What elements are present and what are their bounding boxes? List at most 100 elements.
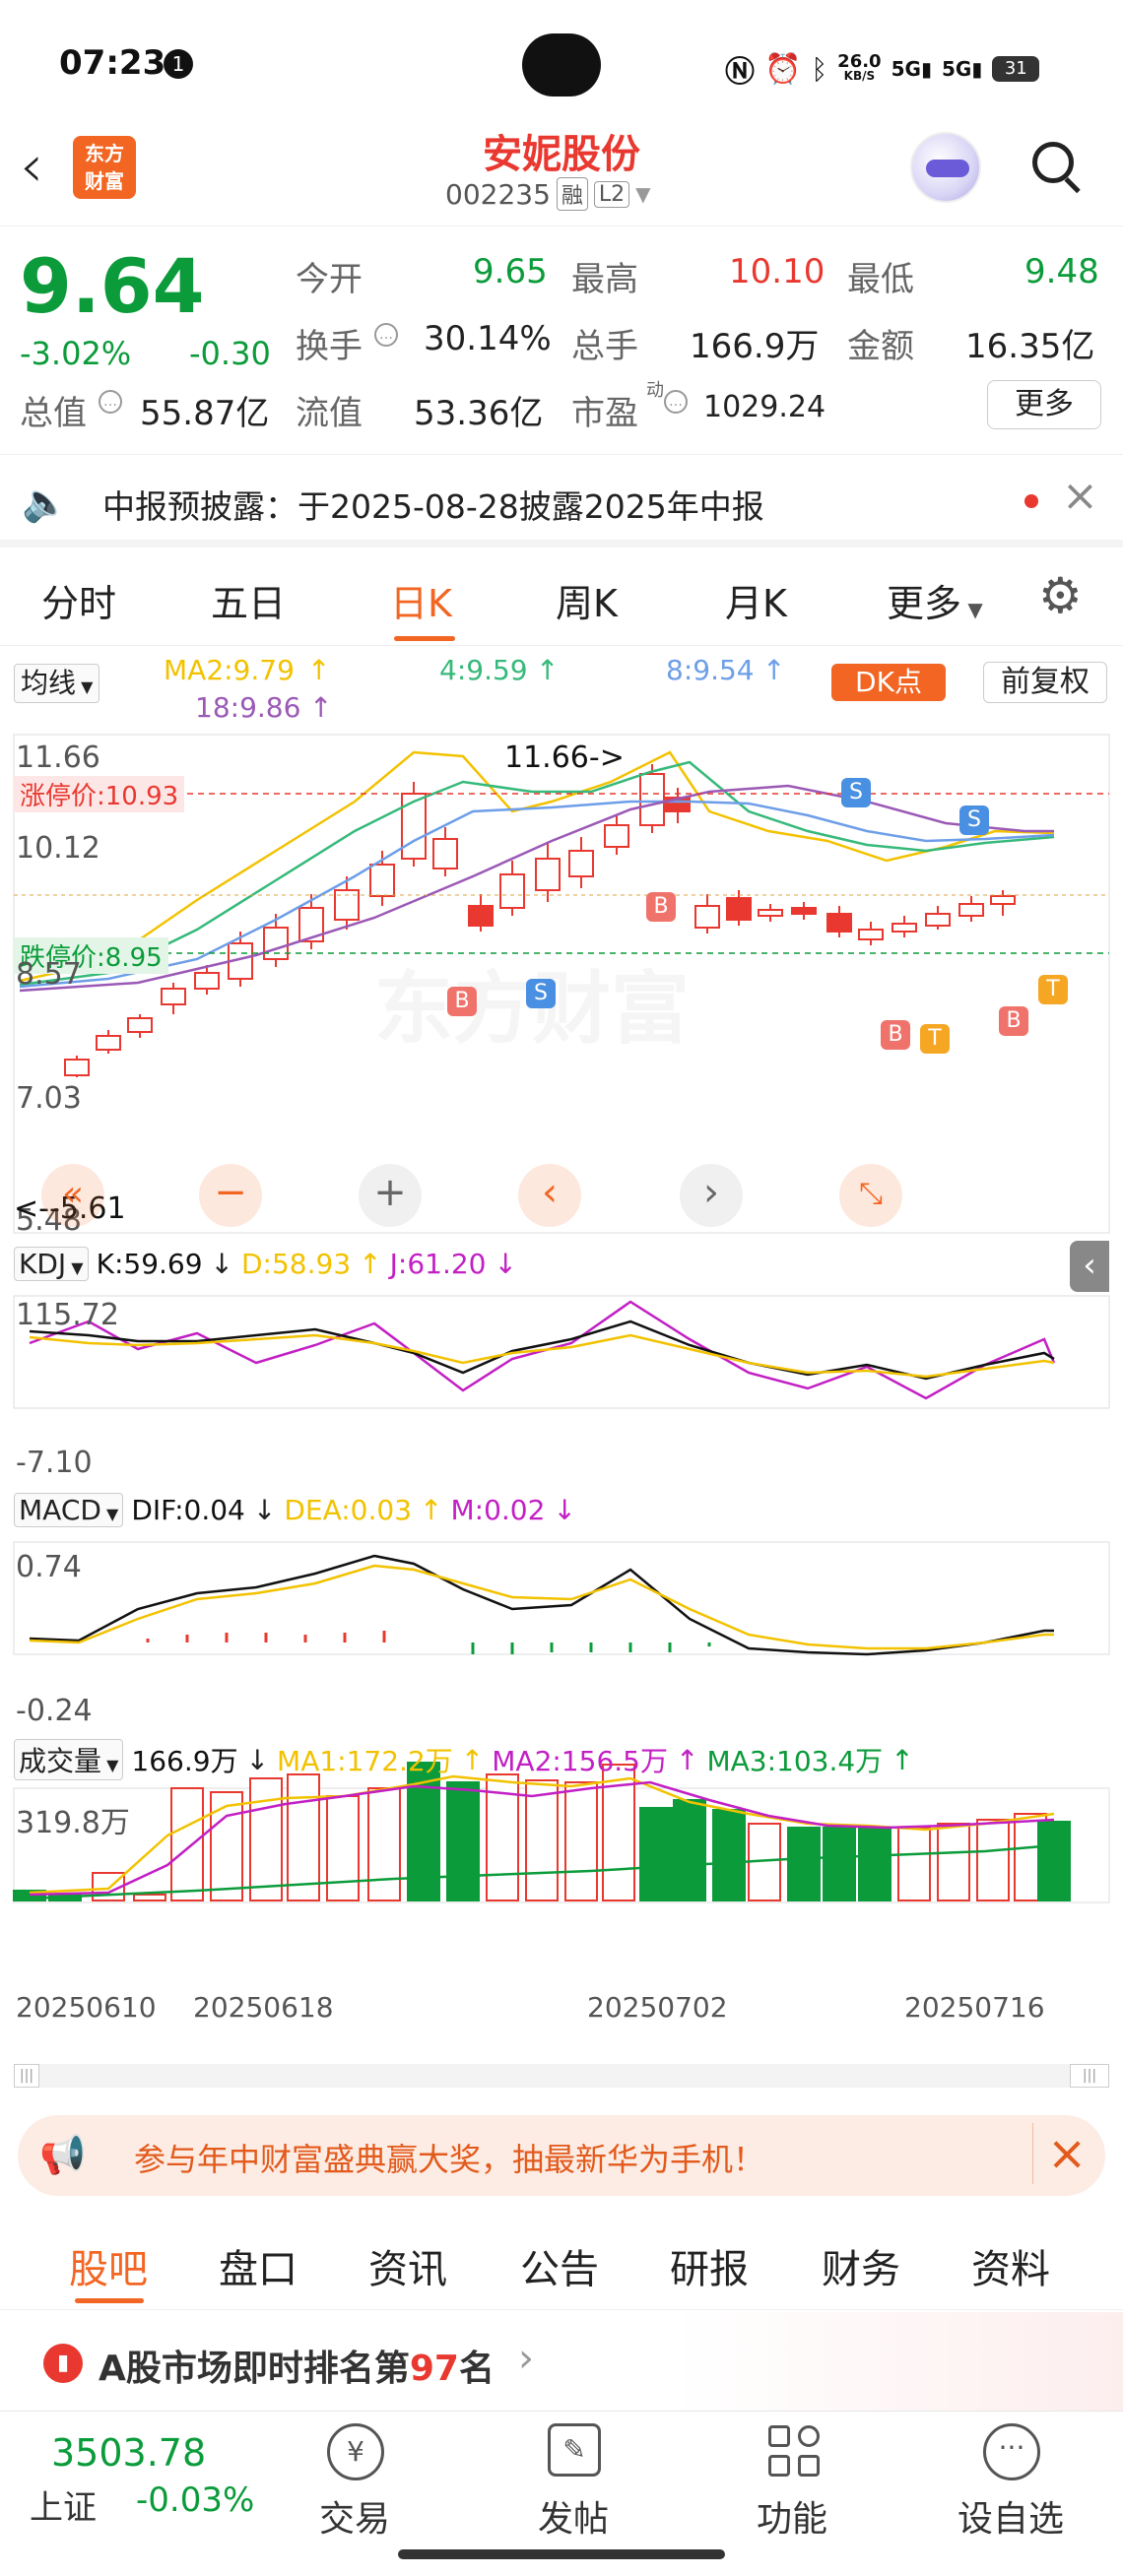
- indicator-select[interactable]: 均线 ▼: [14, 664, 100, 703]
- post-label[interactable]: 发帖: [538, 2490, 609, 2542]
- zoom-in-icon[interactable]: +: [359, 1164, 422, 1227]
- tab-weekly-k[interactable]: 周K: [556, 573, 618, 627]
- candle-body: [568, 850, 594, 877]
- robot-avatar-icon[interactable]: [910, 132, 981, 203]
- tab-monthly-k[interactable]: 月K: [725, 573, 787, 627]
- date-label-2: 20250702: [587, 1991, 728, 2024]
- candle-body: [892, 923, 917, 933]
- adjust-button[interactable]: 前复权: [983, 662, 1107, 703]
- battery-icon: 31: [992, 56, 1040, 82]
- trade-label[interactable]: 交易: [319, 2490, 390, 2542]
- kdj-frame: [13, 1295, 1110, 1409]
- more-dots-icon[interactable]: ···: [983, 2423, 1040, 2480]
- settings-gear-icon[interactable]: ⚙: [1038, 567, 1083, 624]
- index-name: 上证: [30, 2488, 97, 2528]
- tab-more[interactable]: 更多 ▼: [887, 573, 983, 627]
- post-icon[interactable]: ✎: [548, 2423, 601, 2477]
- volume-bar: [326, 1795, 360, 1901]
- caret-icon: ▼: [100, 1505, 119, 1523]
- tab-research[interactable]: 研报: [670, 2237, 749, 2294]
- function-grid-icon[interactable]: [768, 2425, 822, 2479]
- volume-bar: [937, 1823, 970, 1901]
- change-value: -0.30: [189, 335, 271, 372]
- trade-icon[interactable]: ¥: [327, 2423, 384, 2480]
- index-value[interactable]: 3503.78: [51, 2431, 206, 2475]
- mcap-label: 总值: [20, 394, 87, 433]
- candle-body: [535, 858, 561, 891]
- volume-name: 成交量: [19, 1745, 102, 1777]
- volume-value: 166.9万: [131, 1745, 238, 1777]
- tab-profile[interactable]: 资料: [971, 2237, 1050, 2294]
- indicator-label: 均线: [21, 667, 77, 699]
- info-icon[interactable]: …: [374, 323, 398, 347]
- stock-code-row[interactable]: 002235 融 L2 ▼: [445, 177, 651, 211]
- candle-body: [958, 903, 984, 917]
- zoom-out-icon[interactable]: −: [199, 1164, 262, 1227]
- high-value: 10.10: [729, 252, 826, 291]
- ma18-legend: 18:9.86: [195, 691, 301, 724]
- alarm-icon: ⏰: [764, 51, 802, 87]
- volume-bar: [897, 1827, 931, 1901]
- kdj-lines: [29, 1300, 1056, 1400]
- kdj-legend: KDJ ▼ K:59.69 ↓ D:58.93 ↑ J:61.20 ↓: [14, 1247, 517, 1281]
- more-button[interactable]: 更多: [987, 380, 1101, 429]
- sell-signal-marker[interactable]: S: [959, 805, 989, 835]
- scroll-right-icon[interactable]: ›: [680, 1164, 743, 1227]
- tab-daily-k[interactable]: 日K: [390, 573, 452, 627]
- ad-close-icon[interactable]: ×: [1032, 2123, 1087, 2184]
- scroll-left-fast-icon[interactable]: «: [41, 1164, 104, 1227]
- function-label[interactable]: 功能: [757, 2490, 827, 2542]
- buy-signal-marker[interactable]: B: [999, 1006, 1028, 1036]
- range-handle-left[interactable]: |||: [14, 2064, 39, 2088]
- side-panel-toggle-icon[interactable]: ‹: [1070, 1241, 1109, 1292]
- ma4-legend: 4:9.59: [439, 654, 528, 686]
- tab-pankou[interactable]: 盘口: [219, 2237, 297, 2294]
- buy-signal-marker[interactable]: B: [646, 892, 676, 922]
- t-signal-marker[interactable]: T: [1038, 975, 1068, 1004]
- up-arrow-icon: ↑: [891, 1743, 914, 1776]
- watchlist-label[interactable]: 设自选: [958, 2490, 1064, 2542]
- tab-guba[interactable]: 股吧: [69, 2237, 148, 2294]
- kdj-d: D:58.93: [241, 1248, 352, 1280]
- dynamic-island-icon: [522, 33, 601, 97]
- volume-label: 总手: [571, 327, 638, 366]
- tab-active-underline: [75, 2298, 144, 2303]
- kdj-select[interactable]: KDJ ▼: [14, 1247, 89, 1281]
- turnover-label: 换手: [296, 327, 363, 366]
- tab-five-day[interactable]: 五日: [211, 573, 286, 627]
- dropdown-icon: ▼: [635, 182, 651, 206]
- high-label: 最高: [571, 260, 638, 299]
- signal-5g-2-icon: 5G▮: [941, 57, 983, 81]
- tab-intraday[interactable]: 分时: [41, 573, 116, 627]
- t-signal-marker[interactable]: T: [920, 1024, 950, 1054]
- ma8-arrow: ↑: [762, 654, 786, 686]
- macd-y-top: 0.74: [16, 1550, 82, 1584]
- range-scrollbar[interactable]: ||| |||: [14, 2064, 1109, 2088]
- candle-body: [127, 1017, 153, 1033]
- scroll-left-icon[interactable]: ‹: [518, 1164, 581, 1227]
- buy-signal-marker[interactable]: B: [881, 1020, 910, 1050]
- tab-news[interactable]: 资讯: [368, 2237, 447, 2294]
- rank-row[interactable]: ▮ A股市场即时排名第97名 ›: [0, 2312, 1123, 2411]
- ad-banner[interactable]: 📢 参与年中财富盛典赢大奖，抽最新华为手机！ ×: [18, 2115, 1105, 2196]
- macd-legend: MACD ▼ DIF:0.04 ↓ DEA:0.03 ↑ M:0.02 ↓: [14, 1493, 576, 1527]
- info-icon-2[interactable]: …: [99, 390, 122, 414]
- close-icon[interactable]: ×: [1062, 471, 1098, 521]
- search-icon[interactable]: [1028, 138, 1084, 194]
- last-price: 9.64: [20, 242, 205, 330]
- buy-signal-marker[interactable]: B: [447, 987, 477, 1016]
- info-icon-3[interactable]: …: [664, 390, 688, 414]
- low-label: 最低: [847, 260, 914, 299]
- notice-bar[interactable]: 🔈 中报预披露：于2025-08-28披露2025年中报 ×: [0, 457, 1123, 547]
- volume-select[interactable]: 成交量 ▼: [14, 1739, 124, 1780]
- tab-finance[interactable]: 财务: [822, 2237, 900, 2294]
- macd-select[interactable]: MACD ▼: [14, 1493, 124, 1527]
- tab-announcement[interactable]: 公告: [520, 2237, 599, 2294]
- dk-button[interactable]: DK点: [831, 664, 946, 701]
- sell-signal-marker[interactable]: S: [841, 778, 871, 807]
- sell-signal-marker[interactable]: S: [526, 979, 556, 1008]
- range-handle-right[interactable]: |||: [1070, 2064, 1109, 2088]
- kline-chart[interactable]: [0, 733, 1123, 2042]
- notification-count: 1: [171, 52, 185, 76]
- fullscreen-icon[interactable]: ⤡: [839, 1164, 902, 1227]
